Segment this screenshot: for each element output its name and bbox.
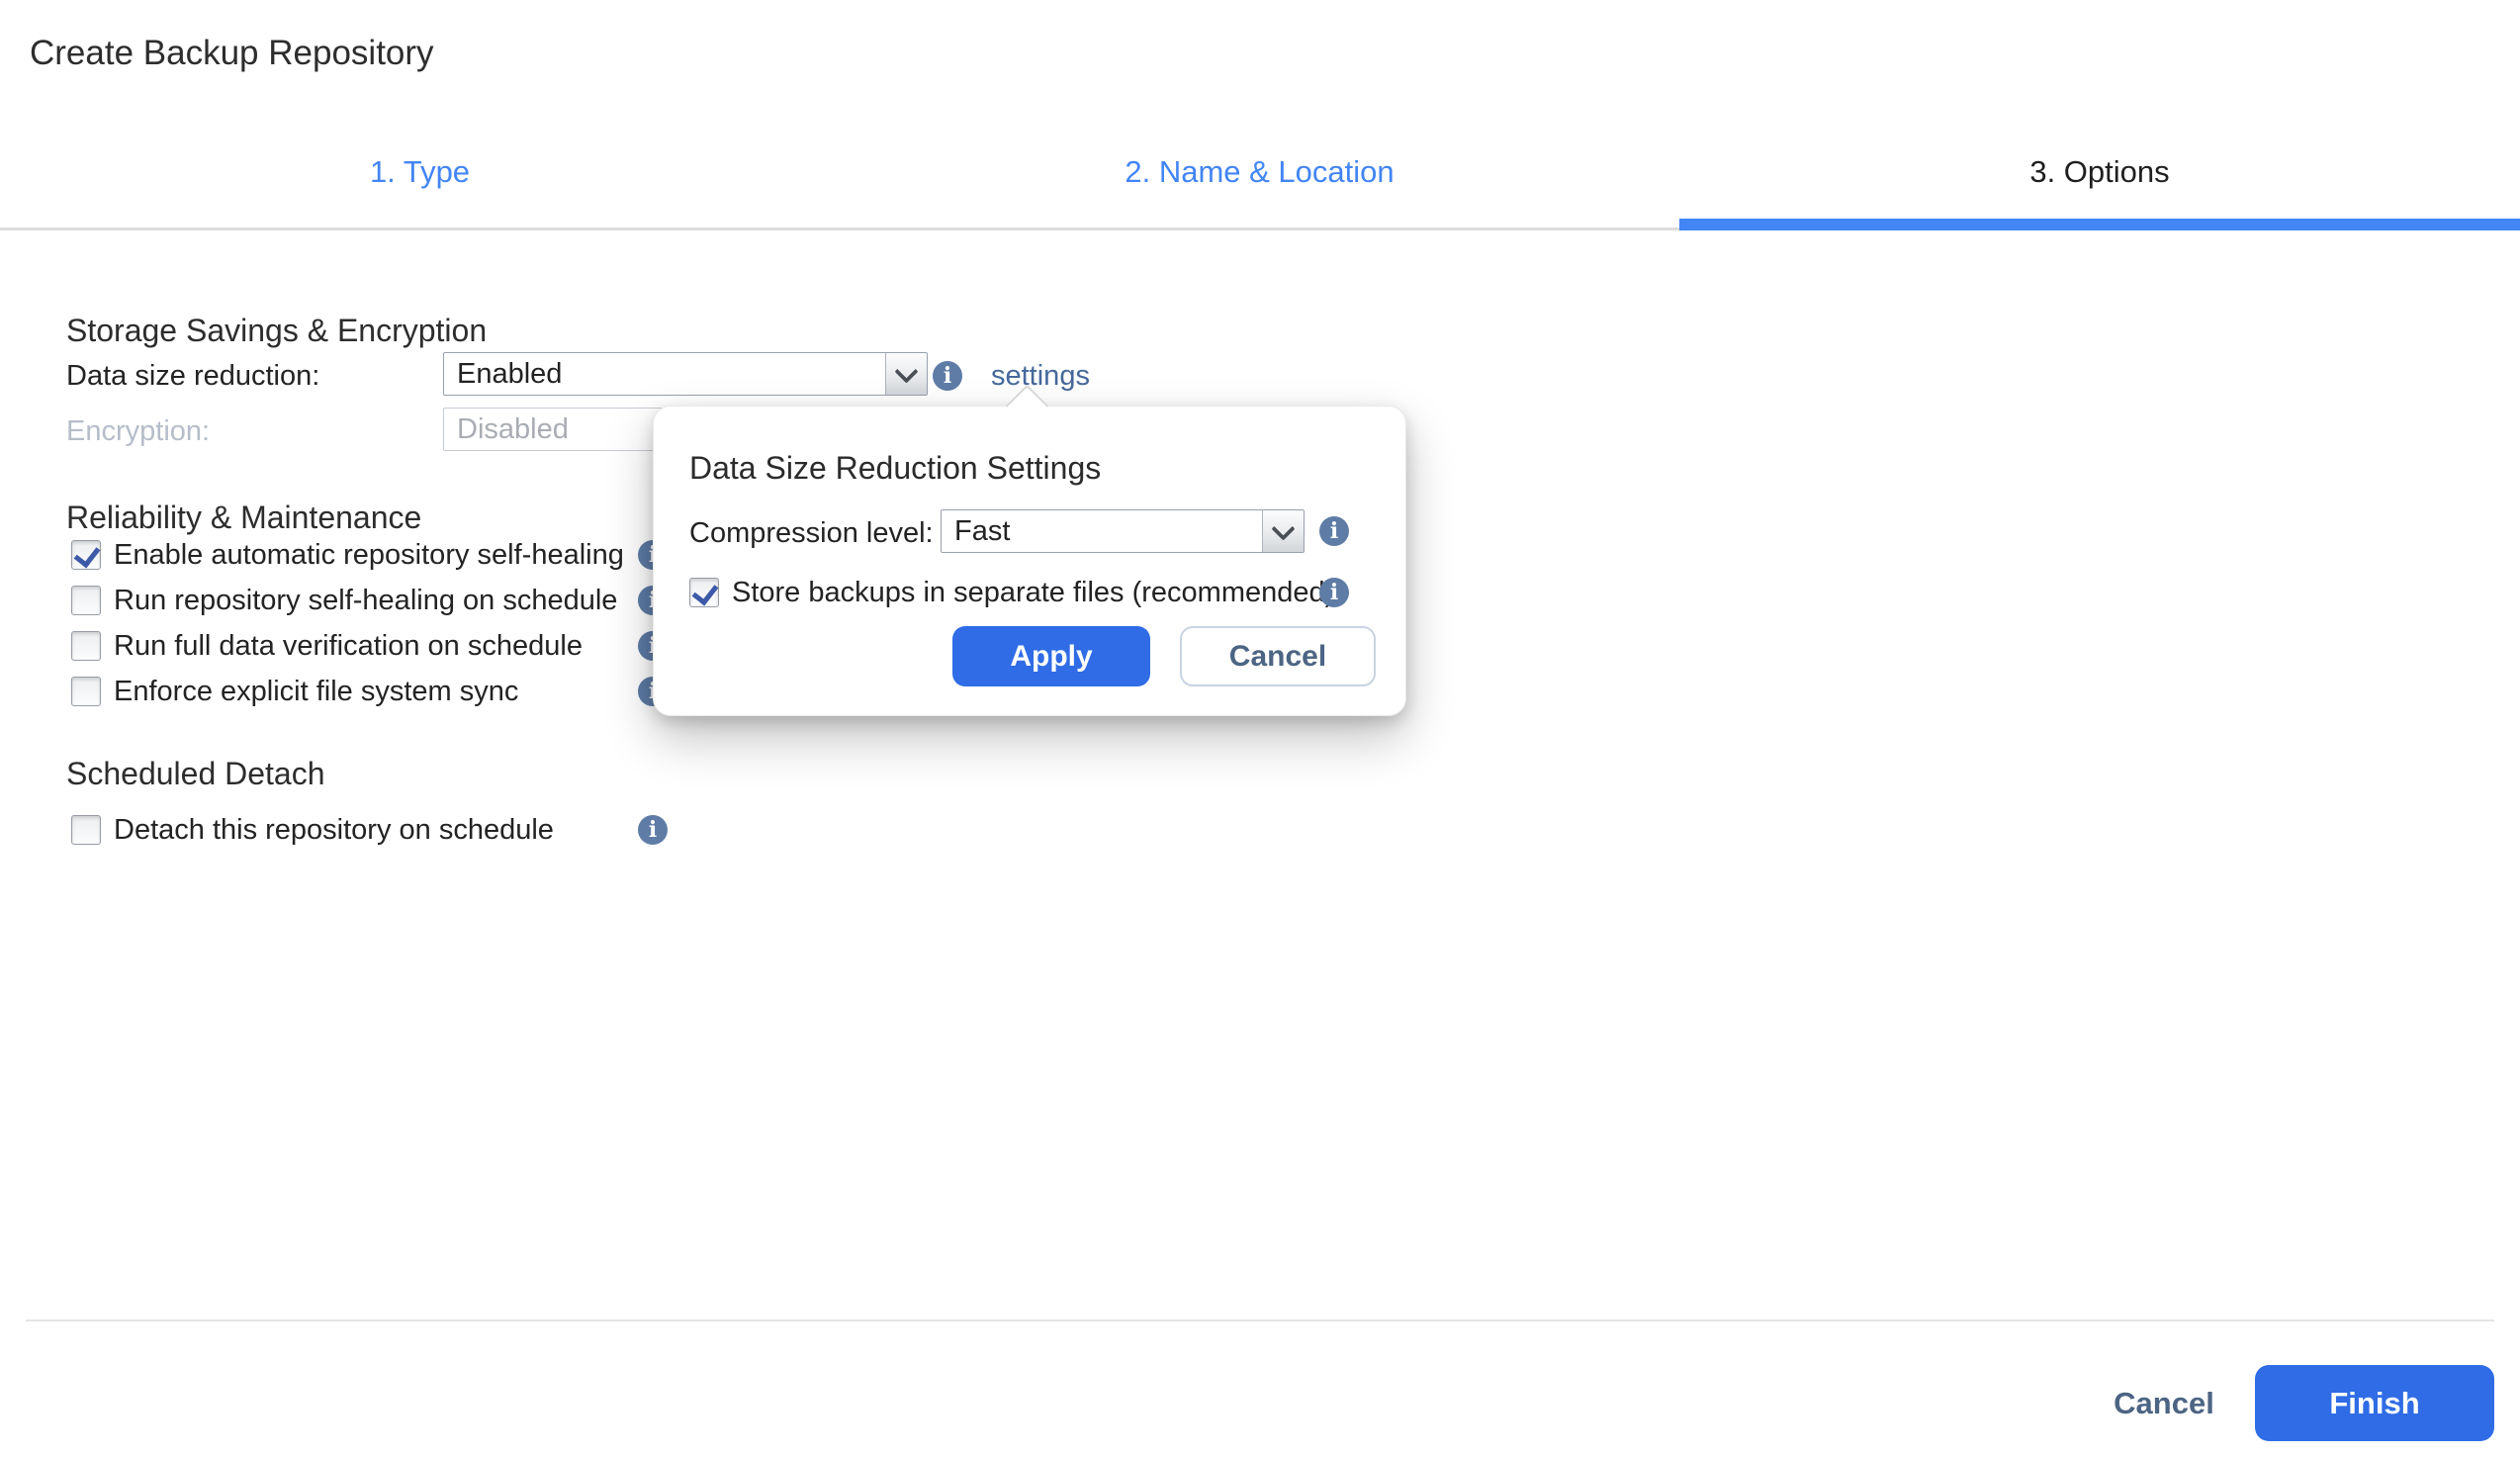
option-label: Enable automatic repository self-healing — [114, 539, 624, 572]
info-glyph: i — [944, 365, 951, 387]
checkbox-enable-self-healing[interactable] — [71, 540, 101, 570]
info-glyph: i — [1330, 582, 1338, 603]
info-icon[interactable]: i — [933, 361, 962, 391]
checkbox-detach-on-schedule[interactable] — [71, 815, 101, 845]
info-glyph: i — [649, 819, 657, 841]
data-size-reduction-select[interactable]: Enabled — [443, 352, 928, 396]
tab-name-location[interactable]: 2. Name & Location — [840, 154, 1679, 190]
settings-link[interactable]: settings — [991, 360, 1090, 393]
data-size-reduction-popover: Data Size Reduction Settings Compression… — [653, 406, 1406, 716]
detach-section-heading: Scheduled Detach — [66, 756, 325, 792]
create-backup-repository-wizard: Create Backup Repository 1. Type 2. Name… — [0, 0, 2520, 1458]
compression-level-select[interactable]: Fast — [941, 509, 1305, 553]
checkbox-separate-files[interactable] — [689, 578, 719, 607]
compression-level-label: Compression level: — [689, 517, 934, 550]
compression-level-value: Fast — [942, 510, 1262, 552]
checkbox-verification-on-schedule[interactable] — [71, 631, 101, 661]
info-icon[interactable]: i — [1319, 578, 1349, 607]
option-label: Detach this repository on schedule — [114, 814, 554, 847]
checkbox-explicit-fs-sync[interactable] — [71, 677, 101, 706]
checkbox-healing-on-schedule[interactable] — [71, 586, 101, 615]
option-row-detach-schedule: Detach this repository on schedule i — [71, 813, 764, 847]
chevron-down-icon — [885, 353, 927, 395]
checkmark-icon — [692, 579, 719, 606]
cancel-button[interactable]: Cancel — [2087, 1381, 2241, 1426]
info-icon[interactable]: i — [1319, 516, 1349, 546]
active-step-indicator — [1679, 219, 2520, 230]
footer-divider — [26, 1320, 2494, 1321]
encryption-label: Encryption: — [66, 415, 210, 448]
tab-type[interactable]: 1. Type — [0, 154, 840, 190]
chevron-down-icon — [1262, 510, 1304, 552]
tab-options[interactable]: 3. Options — [1679, 154, 2520, 190]
option-label: Store backups in separate files (recomme… — [732, 577, 1334, 609]
data-size-reduction-value: Enabled — [444, 353, 885, 395]
popover-cancel-button[interactable]: Cancel — [1180, 626, 1376, 686]
data-size-reduction-label: Data size reduction: — [66, 360, 319, 393]
checkmark-icon — [74, 541, 101, 569]
info-icon[interactable]: i — [638, 815, 668, 845]
option-label: Enforce explicit file system sync — [114, 676, 518, 708]
option-label: Run full data verification on schedule — [114, 630, 583, 663]
apply-button[interactable]: Apply — [952, 626, 1150, 686]
reliability-section-heading: Reliability & Maintenance — [66, 500, 421, 536]
storage-section-heading: Storage Savings & Encryption — [66, 313, 487, 349]
option-label: Run repository self-healing on schedule — [114, 585, 617, 617]
finish-button[interactable]: Finish — [2255, 1365, 2494, 1441]
page-title: Create Backup Repository — [30, 34, 434, 73]
info-glyph: i — [1330, 520, 1338, 542]
option-row-separate-files: Store backups in separate files (recomme… — [689, 576, 1382, 609]
popover-title: Data Size Reduction Settings — [689, 450, 1101, 487]
